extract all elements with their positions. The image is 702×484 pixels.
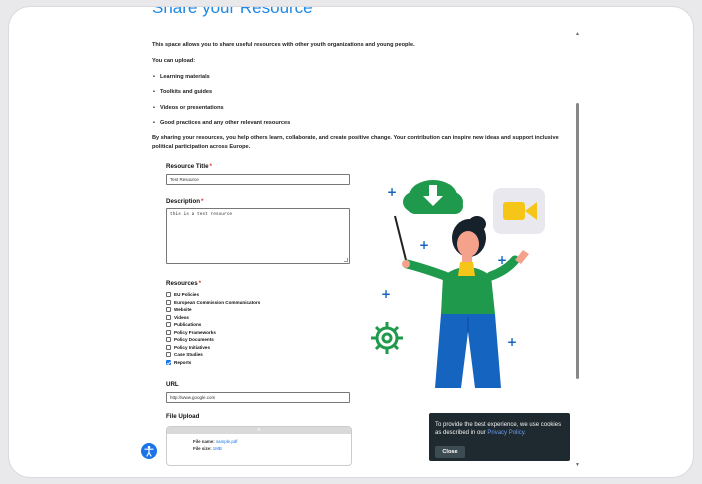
checkbox-website[interactable]: Website — [166, 306, 192, 313]
checkbox-policy-documents[interactable]: Policy Documents — [166, 336, 214, 343]
checkbox-publications[interactable]: Publications — [166, 321, 201, 328]
checkbox-policy-frameworks[interactable]: Policy Frameworks — [166, 329, 216, 336]
checkbox-label: Policy Frameworks — [174, 329, 216, 335]
url-input[interactable]: http://www.google.com — [166, 392, 350, 403]
checkbox-box-checked[interactable] — [166, 359, 171, 365]
resource-title-label: Resource Title* — [166, 163, 212, 170]
checkbox-policy-initiatives[interactable]: Policy Initiatives — [166, 344, 210, 351]
checkbox-case-studies[interactable]: Case Studies — [166, 351, 203, 358]
cookie-text: To provide the best experience, we use c… — [435, 422, 562, 436]
checkbox-reports[interactable]: Reports — [166, 359, 191, 366]
checkbox-label: Publications — [174, 322, 202, 327]
bullet-good-practices: Good practices and any other relevant re… — [153, 120, 290, 126]
url-label: URL — [166, 381, 179, 388]
checkbox-box[interactable] — [166, 329, 171, 335]
accessibility-button[interactable] — [141, 443, 157, 459]
cloud-download-icon — [403, 180, 463, 214]
checkbox-label: Videos — [174, 314, 189, 320]
checkbox-box[interactable] — [166, 292, 171, 297]
checkbox-eu-policies[interactable]: EU Policies — [166, 291, 199, 298]
upload-intro-text: You can upload: — [152, 58, 196, 64]
bullet-videos: Videos or presentations — [153, 105, 224, 111]
file-upload-dropzone[interactable]: ≡ File name: sample.pdf File size: 1MB — [166, 426, 352, 466]
checkbox-box[interactable] — [166, 337, 171, 342]
pointer-stick — [394, 215, 408, 265]
checkbox-label: Case Studies — [174, 352, 203, 357]
description-textarea[interactable]: this is a test resource — [166, 208, 350, 264]
checkbox-box[interactable] — [166, 352, 171, 357]
checkbox-box[interactable] — [166, 322, 171, 327]
scrollbar-thumb[interactable] — [576, 103, 579, 379]
cookie-close-button[interactable]: Close — [435, 446, 465, 458]
bullet-toolkits: Toolkits and guides — [153, 89, 212, 95]
checkbox-box[interactable] — [166, 299, 171, 305]
checkbox-label: Reports — [174, 359, 192, 365]
resize-handle[interactable] — [344, 258, 348, 262]
file-name-link[interactable]: sample.pdf — [216, 439, 237, 444]
checkbox-label: Policy Documents — [174, 337, 214, 342]
file-size-line: File size: 1MB — [193, 446, 222, 451]
file-upload-label: File Upload — [166, 413, 200, 420]
illustration: + + + + + — [371, 180, 545, 388]
svg-text:+: + — [507, 335, 517, 349]
checkbox-label: Website — [174, 307, 192, 312]
privacy-policy-link[interactable]: Privacy Policy. — [487, 430, 526, 436]
checkbox-ec-communicators[interactable]: European Commission Communicators — [166, 299, 260, 306]
bullet-learning-materials: Learning materials — [153, 74, 210, 80]
description-label: Description* — [166, 198, 204, 205]
svg-text:+: + — [387, 185, 397, 199]
checkbox-box[interactable] — [166, 344, 171, 350]
closing-paragraph: By sharing your resources, you help othe… — [152, 135, 559, 150]
file-size-value: 1MB — [212, 446, 222, 451]
scroll-up-icon[interactable]: ▲ — [575, 31, 580, 37]
browser-frame: Share your Resource This space allows yo… — [8, 6, 694, 478]
gear-icon — [371, 322, 403, 354]
intro-text: This space allows you to share useful re… — [152, 42, 415, 48]
checkbox-videos[interactable]: Videos — [166, 314, 189, 321]
cookie-banner: To provide the best experience, we use c… — [429, 413, 570, 461]
svg-text:+: + — [381, 287, 391, 301]
file-name-line: File name: sample.pdf — [193, 439, 238, 444]
scroll-down-icon[interactable]: ▼ — [575, 462, 580, 468]
checkbox-box[interactable] — [166, 307, 171, 312]
upload-drag-bar[interactable]: ≡ — [167, 427, 351, 434]
accessibility-icon — [144, 445, 154, 457]
resource-title-input[interactable]: Test Resource — [166, 174, 350, 185]
checkbox-box[interactable] — [166, 314, 171, 320]
video-camera-icon — [493, 188, 545, 234]
checkbox-label: European Commission Communicators — [174, 299, 261, 305]
description-value: this is a test resource — [170, 212, 233, 217]
checkbox-label: EU Policies — [174, 292, 200, 297]
checkbox-label: Policy Initiatives — [174, 344, 210, 350]
svg-text:+: + — [419, 238, 429, 252]
resources-label: Resources* — [166, 280, 202, 287]
page-title: Share your Resource — [152, 7, 313, 17]
